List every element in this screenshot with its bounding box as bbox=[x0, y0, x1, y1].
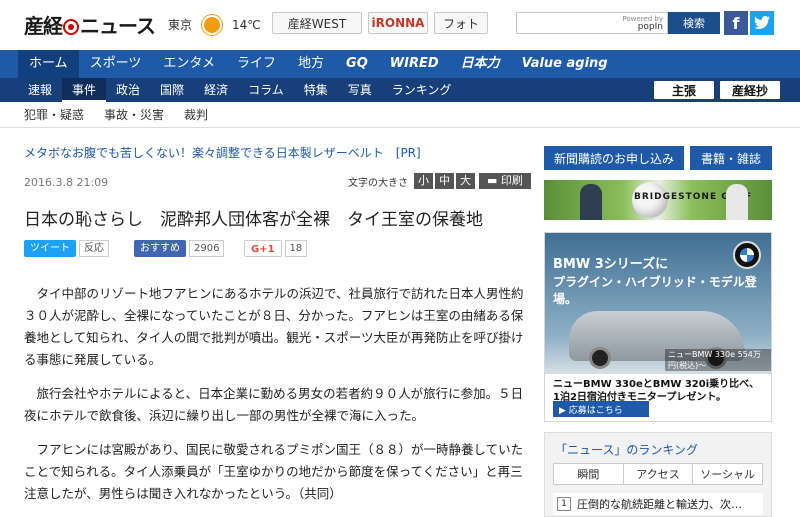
link-sankei-west[interactable]: 産経WEST bbox=[272, 12, 362, 34]
nav-breaking[interactable]: 速報 bbox=[18, 78, 62, 102]
nav-column[interactable]: コラム bbox=[238, 78, 294, 102]
nav-economy[interactable]: 経済 bbox=[194, 78, 238, 102]
ranking-item-title: 圧倒的な航続距離と輸送力、次… bbox=[577, 498, 742, 511]
search-button[interactable]: 検索 bbox=[668, 12, 720, 34]
nav-trials[interactable]: 裁判 bbox=[184, 106, 208, 123]
nav-wired[interactable]: WIRED bbox=[379, 50, 450, 78]
category-nav: 犯罪・疑惑 事故・災害 裁判 bbox=[0, 102, 800, 128]
article-paragraph: フアヒンには宮殿があり、国民に敬愛されるプミポン国王（８８）が一時静養していたこ… bbox=[24, 442, 524, 501]
tweet-share[interactable]: ツイート 反応 bbox=[24, 240, 109, 257]
sub-nav: 速報 事件 政治 国際 経済 コラム 特集 写真 ランキング 主張 産経抄 bbox=[0, 78, 800, 102]
nav-editorial[interactable]: 主張 bbox=[654, 81, 714, 99]
nav-sankeisho[interactable]: 産経抄 bbox=[720, 81, 780, 99]
golfer-image bbox=[580, 184, 602, 220]
main-nav: ホーム スポーツ エンタメ ライフ 地方 GQ WIRED 日本力 Value … bbox=[0, 50, 800, 78]
golfer-image bbox=[726, 184, 748, 220]
site-header: 産経 ニュース 東京 14℃ 産経WEST iRONNA フォト Powered … bbox=[0, 0, 800, 48]
wheel-image bbox=[589, 347, 611, 369]
weather-temp: 14℃ bbox=[232, 17, 261, 32]
facebook-icon[interactable]: f bbox=[724, 11, 748, 35]
nav-nihonryoku[interactable]: 日本力 bbox=[450, 50, 511, 78]
golf-ad-banner[interactable]: BRIDGESTONE GOLF bbox=[544, 180, 772, 220]
article-paragraph: タイ中部のリゾート地フアヒンにあるホテルの浜辺で、社員旅行で訪れた日本人男性約３… bbox=[24, 286, 524, 367]
site-logo[interactable]: 産経 ニュース bbox=[24, 10, 156, 39]
bmw-ad-cta-button[interactable]: ▶ 応募はこちら bbox=[553, 401, 649, 417]
nav-ranking[interactable]: ランキング bbox=[382, 78, 462, 102]
ranking-widget: 「ニュース」のランキング 瞬間 アクセス ソーシャル 1 圧倒的な航続距離と輸送… bbox=[544, 432, 772, 517]
tweet-button[interactable]: ツイート bbox=[24, 240, 76, 257]
nav-entertainment[interactable]: エンタメ bbox=[152, 50, 226, 78]
search-input[interactable]: Powered by popIn bbox=[516, 12, 668, 34]
books-button[interactable]: 書籍・雑誌 bbox=[690, 146, 772, 170]
article-body: タイ中部のリゾート地フアヒンにあるホテルの浜辺で、社員旅行で訪れた日本人男性約３… bbox=[24, 283, 530, 517]
gplus-count: 18 bbox=[284, 240, 308, 257]
nav-photos[interactable]: 写真 bbox=[338, 78, 382, 102]
bmw-ad-banner[interactable]: BMW 3シリーズに プラグイン・ハイブリッド・モデル登場。 ニューBMW 33… bbox=[544, 232, 772, 422]
pr-link[interactable]: メタボなお腹でも苦しくない！楽々調整できる日本製レザーベルト [PR] bbox=[24, 144, 421, 161]
font-size-medium-button[interactable]: 中 bbox=[435, 173, 454, 189]
nav-accidents[interactable]: 事故・災害 bbox=[104, 106, 164, 123]
tab-instant[interactable]: 瞬間 bbox=[554, 464, 624, 484]
gplus-share[interactable]: G+1 18 bbox=[244, 240, 308, 257]
tweet-count[interactable]: 反応 bbox=[79, 240, 109, 257]
facebook-share[interactable]: おすすめ 2906 bbox=[134, 240, 225, 257]
logo-text-part2: ニュース bbox=[80, 14, 156, 38]
ranking-number: 1 bbox=[557, 497, 571, 511]
search-powered-by: Powered by popIn bbox=[622, 15, 663, 32]
link-ironna[interactable]: iRONNA bbox=[368, 12, 428, 34]
weather-widget: 東京 14℃ bbox=[168, 16, 261, 33]
sun-icon bbox=[204, 16, 221, 33]
nav-international[interactable]: 国際 bbox=[150, 78, 194, 102]
article-paragraph: 旅行会社やホテルによると、日本企業に勤める男女の若者約９０人が旅行に参加。５日夜… bbox=[24, 386, 524, 423]
nav-home[interactable]: ホーム bbox=[18, 50, 79, 78]
ranking-title: 「ニュース」のランキング bbox=[555, 443, 699, 457]
article-date: 2016.3.8 21:09 bbox=[24, 176, 109, 189]
bmw-ad-spec: ニューBMW 330e 554万円(税込)～ bbox=[665, 349, 771, 371]
gplus-button[interactable]: G+1 bbox=[244, 240, 282, 257]
facebook-recommend-button[interactable]: おすすめ bbox=[134, 240, 186, 257]
tab-access[interactable]: アクセス bbox=[624, 464, 694, 484]
font-size-large-button[interactable]: 大 bbox=[456, 173, 475, 189]
twitter-icon[interactable] bbox=[750, 11, 774, 35]
nav-incidents[interactable]: 事件 bbox=[62, 78, 107, 102]
font-size-label: 文字の大きさ bbox=[348, 177, 408, 189]
subscribe-button[interactable]: 新聞購読のお申し込み bbox=[544, 146, 684, 170]
bmw-ad-headline: BMW 3シリーズに bbox=[553, 257, 669, 272]
weather-city: 東京 bbox=[168, 18, 193, 32]
article-title: 日本の恥さらし 泥酔邦人団体客が全裸 タイ王室の保養地 bbox=[24, 210, 483, 230]
font-size-controls: 文字の大きさ 小 中 大 ▬ 印刷 bbox=[348, 173, 531, 189]
printer-icon: ▬ bbox=[487, 174, 501, 187]
nav-politics[interactable]: 政治 bbox=[106, 78, 150, 102]
tab-social[interactable]: ソーシャル bbox=[693, 464, 762, 484]
nav-local[interactable]: 地方 bbox=[287, 50, 335, 78]
logo-text-part1: 産経 bbox=[24, 14, 63, 38]
nav-life[interactable]: ライフ bbox=[226, 50, 287, 78]
nav-sports[interactable]: スポーツ bbox=[79, 50, 153, 78]
nav-crime[interactable]: 犯罪・疑惑 bbox=[24, 106, 84, 123]
ranking-item[interactable]: 1 圧倒的な航続距離と輸送力、次… bbox=[553, 493, 763, 515]
bmw-logo-icon bbox=[733, 241, 761, 269]
nav-features[interactable]: 特集 bbox=[294, 78, 338, 102]
logo-eye-icon bbox=[63, 19, 79, 35]
bmw-ad-headline-2: プラグイン・ハイブリッド・モデル登場。 bbox=[553, 275, 757, 306]
nav-value-aging[interactable]: Value aging bbox=[511, 50, 619, 78]
facebook-count: 2906 bbox=[189, 240, 225, 257]
nav-gq[interactable]: GQ bbox=[335, 50, 379, 78]
font-size-small-button[interactable]: 小 bbox=[414, 173, 433, 189]
ranking-tabs: 瞬間 アクセス ソーシャル bbox=[553, 463, 763, 485]
print-button[interactable]: ▬ 印刷 bbox=[479, 173, 531, 189]
link-photo[interactable]: フォト bbox=[434, 12, 488, 34]
